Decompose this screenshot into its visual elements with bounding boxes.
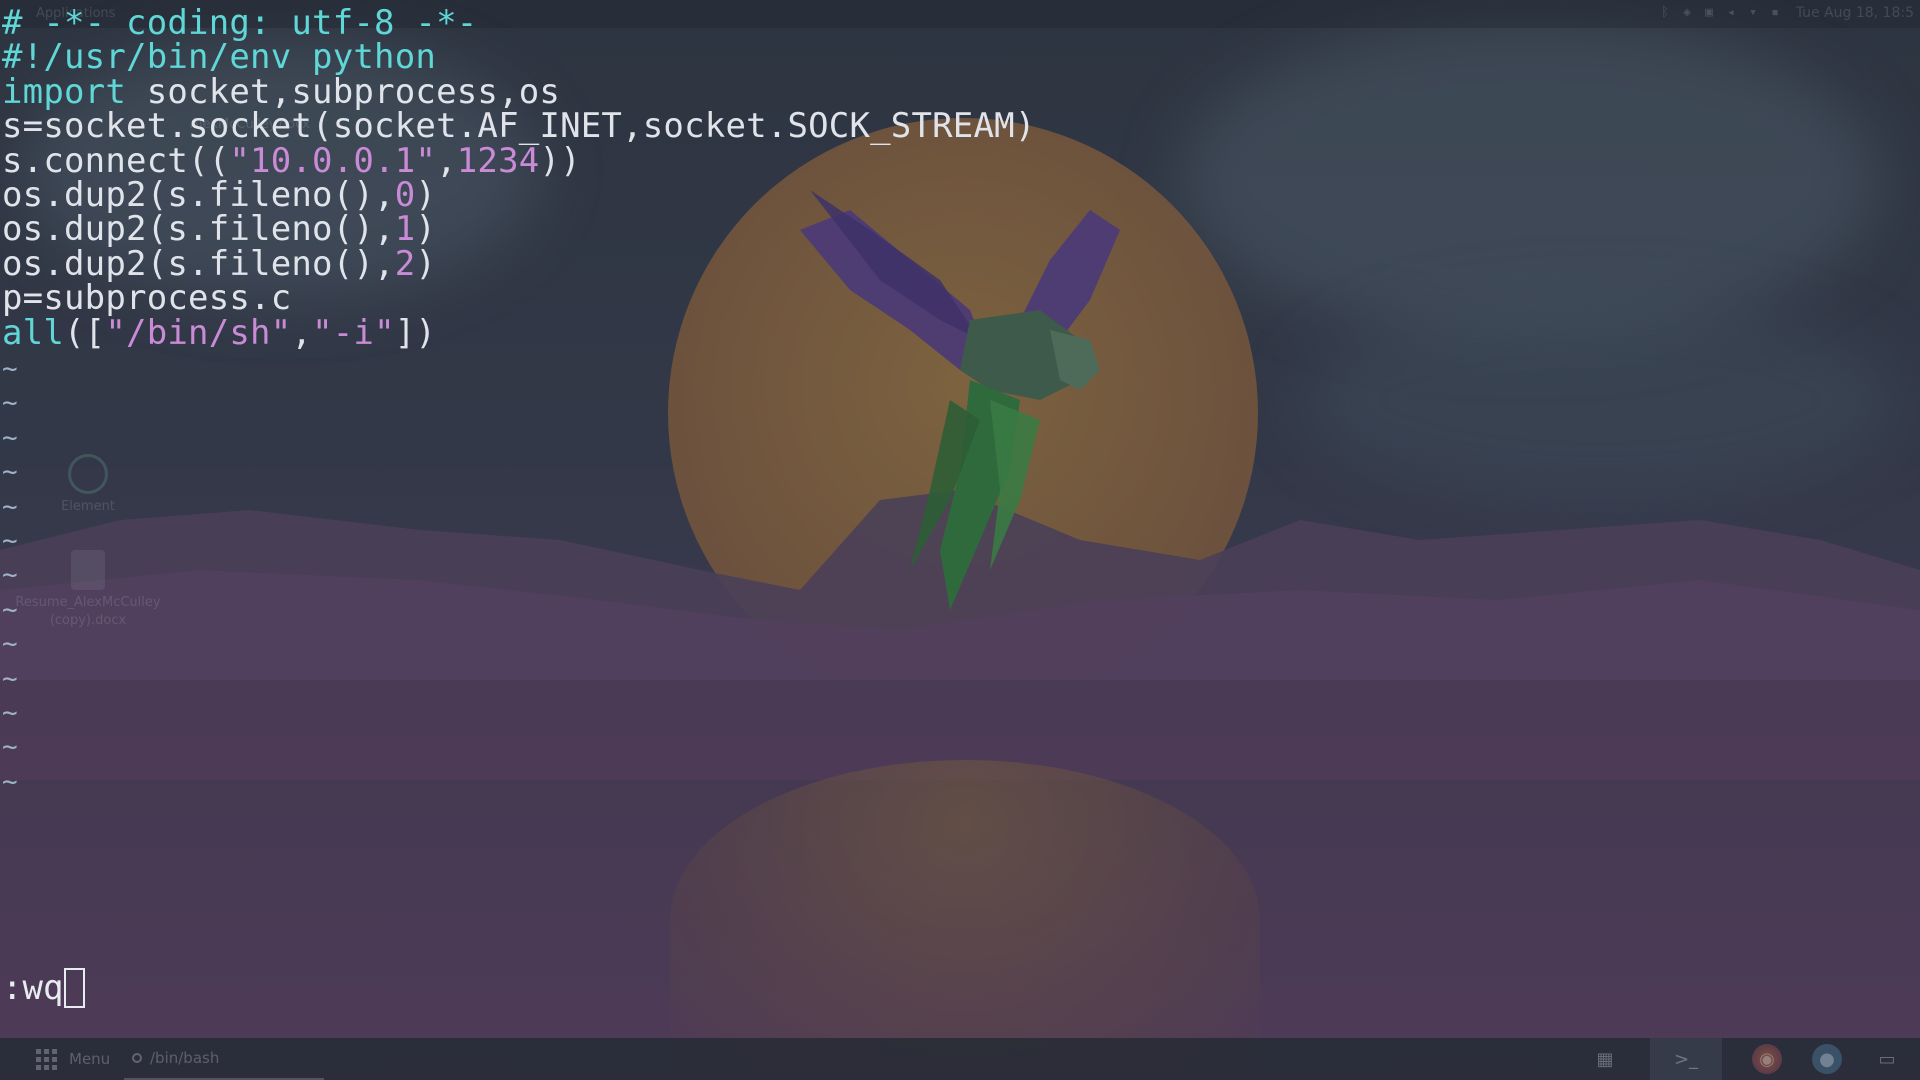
taskbar-window-label: /bin/bash xyxy=(150,1049,220,1067)
code-token-string: "-i" xyxy=(312,312,395,353)
code-line: all(["/bin/sh","-i"]) xyxy=(2,312,436,354)
empty-line-marker: ~ xyxy=(2,732,18,763)
empty-line-marker: ~ xyxy=(2,560,18,591)
empty-line-marker: ~ xyxy=(2,766,18,797)
globe-icon-glyph: ● xyxy=(1819,1048,1835,1070)
gallery-icon-glyph: ▦ xyxy=(1596,1048,1614,1070)
empty-line-marker: ~ xyxy=(2,457,18,488)
code-token-plain: ([ xyxy=(64,312,106,353)
code-token-number: 1234 xyxy=(456,140,540,181)
window-icon[interactable]: ▭ xyxy=(1872,1044,1902,1074)
desktop-screen: Applications ᛒ ◈ ▣ ◂ ▾ ▪ Tue Aug 18, 18:… xyxy=(0,0,1920,1080)
terminal-icon-glyph: >_ xyxy=(1673,1048,1699,1070)
code-token-keyword: all xyxy=(2,312,65,353)
code-token-plain: ) xyxy=(415,243,437,284)
gallery-icon[interactable]: ▦ xyxy=(1590,1044,1620,1074)
code-token-string: "/bin/sh" xyxy=(105,312,292,353)
empty-line-marker: ~ xyxy=(2,491,18,522)
code-token-plain: )) xyxy=(539,140,581,181)
code-token-number: 2 xyxy=(394,243,416,284)
vim-command-text: :wq xyxy=(2,968,64,1008)
code-token-plain: ]) xyxy=(394,312,437,353)
empty-line-marker: ~ xyxy=(2,526,18,556)
empty-line-marker: ~ xyxy=(2,663,18,694)
vim-editor[interactable]: # -*- coding: utf-8 -*- #!/usr/bin/env py… xyxy=(0,2,1920,1032)
taskbar: Menu /bin/bash ▦ >_ ◉ ● ▭ xyxy=(0,1038,1920,1080)
firefox-icon-glyph: ◉ xyxy=(1759,1048,1775,1070)
apps-grid-icon xyxy=(36,1048,57,1070)
text-cursor xyxy=(64,968,86,1008)
empty-line-marker: ~ xyxy=(2,422,18,453)
globe-icon[interactable]: ● xyxy=(1812,1044,1842,1074)
empty-line-marker: ~ xyxy=(2,388,18,419)
terminal-window-icon xyxy=(132,1053,142,1063)
vim-command-line[interactable]: :wq xyxy=(2,966,86,1010)
firefox-icon[interactable]: ◉ xyxy=(1752,1044,1782,1074)
empty-line-marker: ~ xyxy=(2,629,18,660)
code-token-plain: , xyxy=(291,312,313,353)
taskbar-window-bash[interactable]: /bin/bash xyxy=(124,1038,324,1080)
terminal-icon[interactable]: >_ xyxy=(1650,1038,1722,1080)
empty-line-marker: ~ xyxy=(2,354,18,384)
empty-line-marker: ~ xyxy=(2,698,18,728)
window-icon-glyph: ▭ xyxy=(1878,1048,1896,1070)
taskbar-menu-label: Menu xyxy=(69,1050,111,1068)
taskbar-menu-button[interactable]: Menu xyxy=(36,1038,110,1080)
code-token-plain: , xyxy=(436,140,457,181)
empty-line-marker: ~ xyxy=(2,594,18,625)
taskbar-launchers: ▦ >_ ◉ ● ▭ xyxy=(1590,1038,1902,1080)
